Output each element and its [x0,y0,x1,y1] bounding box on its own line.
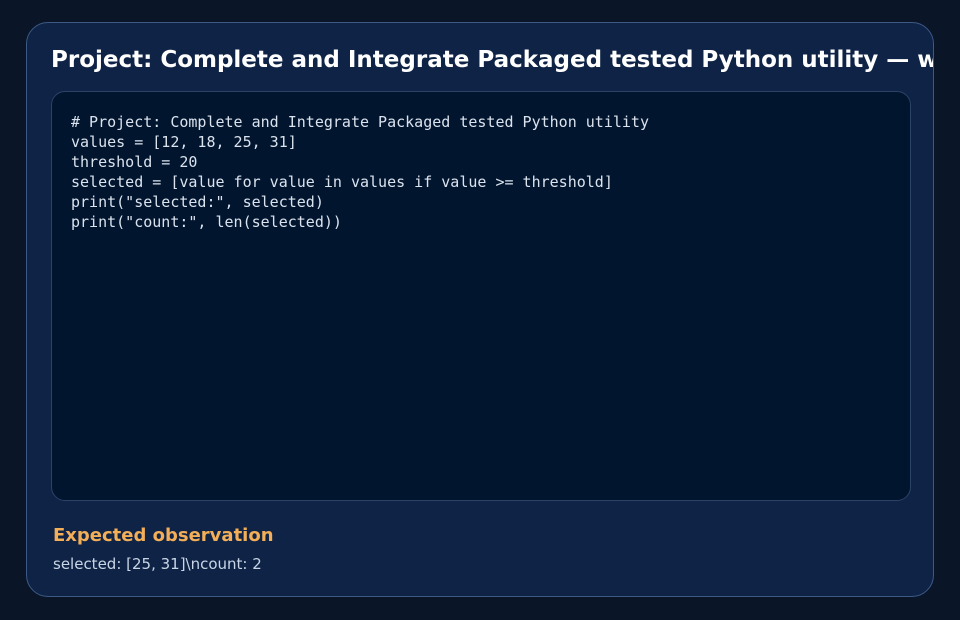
code-line: print("selected:", selected) [71,193,324,211]
project-card: Project: Complete and Integrate Packaged… [26,22,934,597]
code-block: # Project: Complete and Integrate Packag… [71,112,891,232]
code-line: print("count:", len(selected)) [71,213,342,231]
code-line: values = [12, 18, 25, 31] [71,133,297,151]
expected-observation-value: selected: [25, 31]\ncount: 2 [53,555,262,573]
expected-observation-heading: Expected observation [53,525,274,546]
code-line: selected = [value for value in values if… [71,173,613,191]
code-line: # Project: Complete and Integrate Packag… [71,113,649,131]
page-title: Project: Complete and Integrate Packaged… [51,47,934,73]
code-panel: # Project: Complete and Integrate Packag… [51,91,911,501]
code-line: threshold = 20 [71,153,198,171]
